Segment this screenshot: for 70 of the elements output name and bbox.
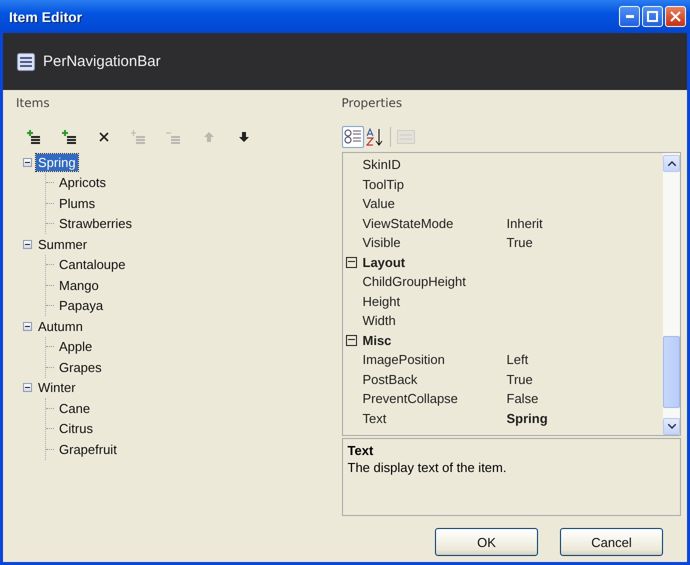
chevron-up-icon bbox=[668, 161, 676, 166]
properties-label: Properties bbox=[342, 96, 404, 112]
maximize-button[interactable] bbox=[642, 6, 663, 27]
tree-item[interactable]: Grapes bbox=[57, 358, 104, 376]
collapse-toggle[interactable] bbox=[23, 240, 32, 249]
property-name[interactable]: Width bbox=[362, 313, 507, 328]
tree-item[interactable]: Cantaloupe bbox=[57, 256, 128, 274]
description-title: Text bbox=[348, 443, 374, 458]
tree-item[interactable]: Strawberries bbox=[57, 215, 134, 232]
outdent-icon bbox=[166, 130, 181, 144]
property-name[interactable]: ViewStateMode bbox=[362, 216, 507, 231]
property-name[interactable]: PostBack bbox=[362, 372, 507, 387]
property-value[interactable]: Inherit bbox=[506, 216, 543, 231]
property-value[interactable]: Spring bbox=[506, 410, 548, 426]
property-name[interactable]: SkinID bbox=[362, 157, 507, 172]
property-name[interactable]: Height bbox=[362, 294, 507, 309]
items-label: Items bbox=[16, 96, 51, 112]
maximize-icon bbox=[647, 11, 658, 22]
tree-item[interactable]: Citrus bbox=[57, 420, 95, 438]
collapse-toggle[interactable] bbox=[346, 334, 357, 346]
collapse-toggle[interactable] bbox=[23, 322, 32, 331]
dialog-button[interactable]: Cancel bbox=[560, 528, 663, 556]
property-name[interactable]: ImagePosition bbox=[362, 352, 507, 368]
tree-item[interactable]: Cane bbox=[57, 400, 92, 417]
chevron-down-icon bbox=[668, 424, 676, 429]
collapse-toggle[interactable] bbox=[23, 158, 32, 167]
sort-alphabetical-icon bbox=[366, 128, 384, 146]
scrollbar[interactable] bbox=[663, 153, 680, 435]
property-name[interactable]: Value bbox=[362, 196, 507, 212]
minimize-button[interactable] bbox=[619, 6, 640, 27]
tree-item[interactable]: Mango bbox=[57, 276, 101, 294]
category-name: Misc bbox=[362, 332, 392, 348]
property-value[interactable]: True bbox=[506, 235, 533, 250]
tree-item[interactable]: Papaya bbox=[57, 297, 106, 314]
toolbar-button[interactable] bbox=[342, 126, 364, 148]
tree-item[interactable]: Spring bbox=[36, 154, 78, 171]
categorized-icon bbox=[344, 129, 362, 145]
delete-icon bbox=[98, 132, 108, 142]
dialog-button[interactable]: OK bbox=[435, 528, 538, 556]
add-item-icon bbox=[26, 130, 40, 144]
add-item-icon bbox=[62, 130, 76, 144]
collapse-toggle[interactable] bbox=[23, 383, 32, 392]
server-icon bbox=[17, 52, 35, 70]
tree-item[interactable]: Plums bbox=[57, 194, 98, 212]
property-name[interactable]: PreventCollapse bbox=[362, 391, 507, 406]
property-name[interactable]: ToolTip bbox=[362, 176, 507, 192]
window-title: Item Editor bbox=[9, 8, 84, 24]
description-text: The display text of the item. bbox=[348, 460, 508, 475]
close-button[interactable] bbox=[665, 6, 686, 27]
close-icon bbox=[670, 11, 681, 22]
arrow-down-icon bbox=[238, 132, 248, 142]
minimize-icon bbox=[626, 15, 634, 18]
tree-item[interactable]: Apricots bbox=[57, 174, 108, 192]
property-value[interactable]: False bbox=[506, 391, 538, 406]
property-pages-icon bbox=[396, 130, 415, 144]
header-title: PerNavigationBar bbox=[43, 53, 161, 70]
tree-item[interactable]: Apple bbox=[57, 338, 94, 356]
property-value[interactable]: True bbox=[506, 372, 533, 387]
tree-item[interactable]: Autumn bbox=[36, 318, 85, 335]
arrow-up-icon bbox=[204, 132, 214, 142]
indent-icon bbox=[131, 130, 146, 144]
property-name[interactable]: ChildGroupHeight bbox=[362, 274, 507, 290]
tree-item[interactable]: Summer bbox=[36, 236, 90, 253]
property-name[interactable]: Text bbox=[362, 410, 507, 426]
property-name[interactable]: Visible bbox=[362, 235, 507, 250]
tree-item[interactable]: Winter bbox=[36, 379, 78, 396]
category-name: Layout bbox=[362, 254, 406, 270]
property-value[interactable]: Left bbox=[506, 352, 528, 368]
collapse-toggle[interactable] bbox=[346, 256, 357, 268]
tree-item[interactable]: Grapefruit bbox=[57, 440, 119, 458]
